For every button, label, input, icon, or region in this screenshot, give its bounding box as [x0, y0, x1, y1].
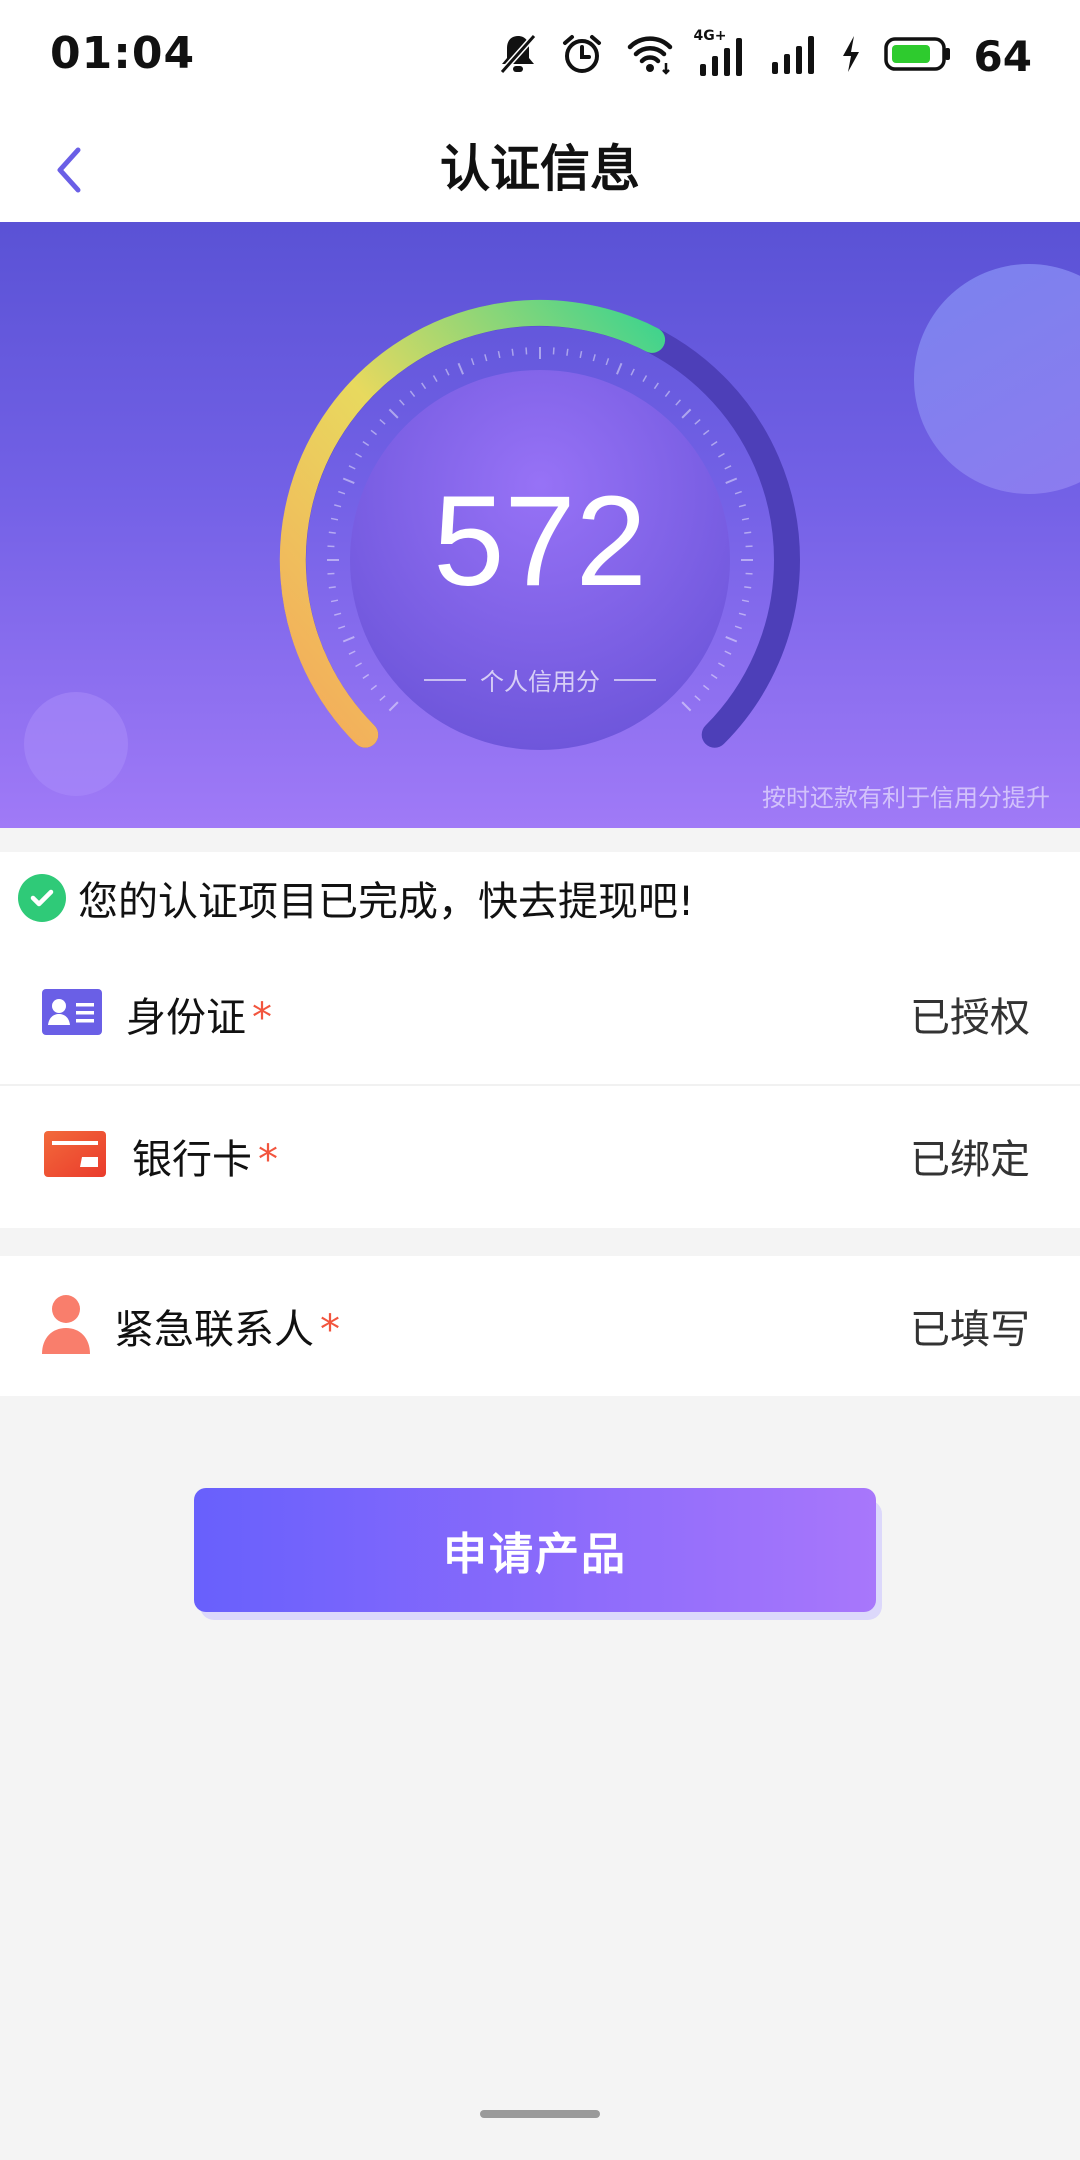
gauge-tick: [718, 452, 725, 458]
credit-score-label: 个人信用分: [480, 668, 600, 696]
list-item-emergency-contact[interactable]: 紧急联系人 * 已填写: [0, 1256, 1080, 1396]
required-mark: *: [320, 1307, 340, 1353]
bank-card-label: 银行卡 *: [132, 1127, 278, 1185]
page-title: 认证信息: [440, 140, 640, 198]
contact-list: 紧急联系人 * 已填写: [0, 1256, 1080, 1396]
gauge-tick: [362, 441, 370, 447]
gauge-tick: [630, 368, 635, 376]
gauge-tick: [724, 650, 732, 655]
wifi-icon: [626, 33, 674, 79]
gauge-tick: [592, 354, 596, 362]
gauge-tick: [642, 375, 648, 382]
charging-icon: [840, 34, 862, 78]
completion-notice: 您的认证项目已完成，快去提现吧!: [0, 852, 1080, 944]
gauge-tick: [681, 701, 692, 712]
id-card-icon: [42, 989, 102, 1039]
list-item-bank-card[interactable]: 银行卡 * 已绑定: [0, 1084, 1080, 1226]
credit-hint: 按时还款有利于信用分提升: [762, 784, 1050, 812]
emergency-contact-label: 紧急联系人 *: [114, 1297, 340, 1355]
gauge-tick: [432, 375, 438, 382]
gauge-tick: [398, 399, 405, 406]
gauge-tick: [694, 418, 701, 425]
credit-score-label-row: 个人信用分: [0, 662, 1080, 697]
status-icons: 4G+ 64: [498, 28, 1032, 84]
gauge-tick: [664, 390, 671, 398]
status-time: 01:04: [50, 28, 196, 79]
battery-level: 64: [973, 31, 1032, 81]
gauge-tick: [725, 635, 738, 643]
id-card-status: 已授权: [910, 995, 1030, 1041]
verification-list: 身份证 * 已授权 银行卡 * 已绑定: [0, 944, 1080, 1228]
gauge-tick: [370, 429, 378, 436]
required-mark: *: [252, 995, 272, 1041]
check-circle-icon: [18, 874, 66, 922]
bank-card-icon: [44, 1131, 106, 1181]
label-divider-right: [614, 678, 656, 681]
gauge-tick: [388, 408, 399, 419]
gauge-tick: [566, 348, 569, 356]
gauge-tick: [445, 368, 450, 376]
gauge-tick: [484, 354, 488, 362]
emergency-contact-label-text: 紧急联系人: [114, 1307, 314, 1353]
battery-icon: [883, 36, 952, 76]
required-mark: *: [258, 1137, 278, 1183]
gauge-tick: [457, 362, 465, 375]
gauge-tick: [702, 429, 710, 436]
id-card-label-text: 身份证: [126, 995, 246, 1041]
bank-card-label-text: 银行卡: [132, 1137, 252, 1183]
gauge-tick: [409, 390, 416, 398]
gauge-tick: [710, 441, 718, 447]
emergency-contact-status: 已填写: [910, 1307, 1030, 1353]
home-indicator[interactable]: [480, 2110, 600, 2118]
alarm-icon: [560, 32, 604, 80]
gauge-tick: [653, 382, 659, 390]
bank-card-status: 已绑定: [910, 1137, 1030, 1183]
gauge-tick: [388, 701, 399, 712]
gauge-tick: [379, 418, 386, 425]
gauge-tick: [342, 635, 355, 643]
label-divider-left: [424, 678, 466, 681]
gauge-tick: [421, 382, 427, 390]
gauge-tick: [348, 650, 356, 655]
gauge-tick: [605, 358, 610, 366]
gauge-tick: [355, 452, 362, 458]
id-card-label: 身份证 *: [126, 985, 272, 1043]
signal-4g-icon: 4G+: [694, 28, 746, 78]
status-bar: 01:04 4G+ 64: [0, 0, 1080, 116]
gauge-tick: [615, 362, 623, 375]
mute-bell-icon: [498, 32, 538, 80]
gauge-tick: [511, 348, 514, 356]
apply-product-button[interactable]: 申请产品: [194, 1488, 876, 1612]
list-item-id-card[interactable]: 身份证 * 已授权: [0, 944, 1080, 1084]
gauge-tick: [734, 625, 742, 630]
gauge-tick: [470, 358, 475, 366]
gauge-tick: [579, 350, 583, 359]
credit-score-value: 572: [433, 470, 647, 613]
gauge-tick: [675, 399, 682, 406]
person-icon: [40, 1292, 92, 1360]
nav-bar: 认证信息: [0, 116, 1080, 222]
gauge-tick: [338, 625, 346, 630]
signal-icon: [768, 32, 818, 80]
credit-score-panel: 572 个人信用分 按时还款有利于信用分提升: [0, 222, 1080, 828]
gauge-tick: [497, 350, 501, 359]
completion-notice-text: 您的认证项目已完成，快去提现吧!: [78, 879, 695, 925]
gauge-tick: [681, 408, 692, 419]
